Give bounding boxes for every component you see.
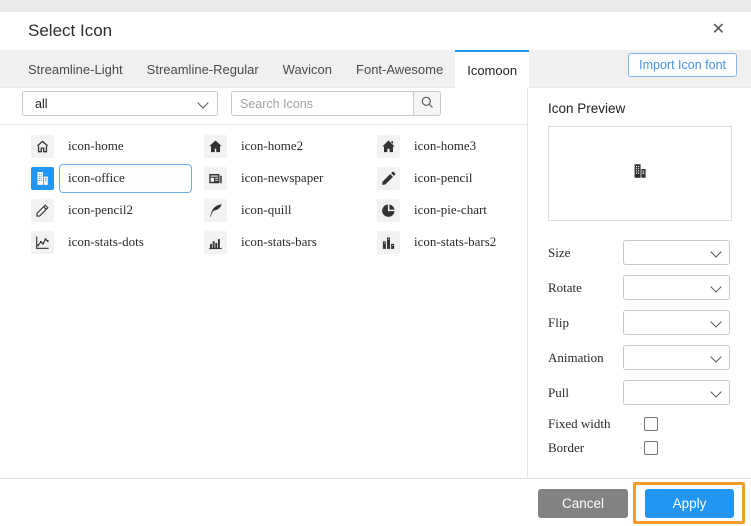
option-field-row: Flip: [548, 310, 730, 335]
option-field-row: Size: [548, 240, 730, 265]
option-field-row: Animation: [548, 345, 730, 370]
icon-stats-dots-icon: [31, 231, 54, 254]
icon-settings-pane: Icon Preview Size Rotate Flip Animation …: [527, 88, 751, 478]
preview-office-icon: [632, 163, 648, 184]
tab-streamline-regular[interactable]: Streamline-Regular: [135, 50, 271, 87]
search-button[interactable]: [413, 91, 441, 116]
apply-button[interactable]: Apply: [645, 489, 734, 518]
icon-label: icon-home3: [414, 138, 476, 154]
chevron-down-icon: [710, 316, 721, 327]
icon-quill-icon: [204, 199, 227, 222]
grid-item-icon-stats-bars2[interactable]: icon-stats-bars2: [377, 226, 550, 258]
icon-label: icon-pencil: [414, 170, 472, 186]
chevron-down-icon: [197, 97, 208, 108]
search-icon: [420, 95, 435, 113]
icon-preview-box: [548, 126, 732, 221]
icon-pencil-icon: [377, 167, 400, 190]
grid-item-icon-pencil2[interactable]: icon-pencil2: [31, 194, 204, 226]
icon-label: icon-stats-bars2: [414, 234, 496, 250]
category-select[interactable]: all: [22, 91, 218, 116]
animation-select[interactable]: [623, 345, 730, 370]
option-check-label: Fixed width: [548, 416, 624, 432]
grid-item-icon-pie-chart[interactable]: icon-pie-chart: [377, 194, 550, 226]
grid-item-icon-pencil[interactable]: icon-pencil: [377, 162, 550, 194]
chevron-down-icon: [710, 246, 721, 257]
dialog-header: Select Icon ✕: [0, 12, 751, 50]
flip-select[interactable]: [623, 310, 730, 335]
icon-label: icon-pie-chart: [414, 202, 487, 218]
tab-icomoon[interactable]: Icomoon: [455, 50, 529, 88]
option-field-label: Rotate: [548, 280, 582, 296]
size-select[interactable]: [623, 240, 730, 265]
import-icon-font-button[interactable]: Import Icon font: [628, 53, 737, 77]
option-field-label: Animation: [548, 350, 604, 366]
option-field-row: Rotate: [548, 275, 730, 300]
tab-font-awesome[interactable]: Font-Awesome: [344, 50, 455, 87]
pull-select[interactable]: [623, 380, 730, 405]
grid-item-icon-quill[interactable]: icon-quill: [204, 194, 377, 226]
icon-label: icon-stats-bars: [241, 234, 317, 250]
icon-label: icon-home2: [241, 138, 303, 154]
icon-list-pane: all icon-home: [0, 88, 527, 478]
icon-label: icon-quill: [241, 202, 292, 218]
icon-label: icon-office: [68, 170, 125, 186]
icon-label: icon-newspaper: [241, 170, 323, 186]
grid-item-icon-office[interactable]: icon-office: [31, 162, 204, 194]
chevron-down-icon: [710, 386, 721, 397]
chevron-down-icon: [710, 281, 721, 292]
border-checkbox[interactable]: [644, 441, 658, 455]
option-field-label: Pull: [548, 385, 569, 401]
chevron-down-icon: [710, 351, 721, 362]
icon-home3-icon: [377, 135, 400, 158]
grid-item-icon-stats-dots[interactable]: icon-stats-dots: [31, 226, 204, 258]
grid-item-icon-newspaper[interactable]: icon-newspaper: [204, 162, 377, 194]
option-check-label: Border: [548, 440, 624, 456]
tab-wavicon[interactable]: Wavicon: [271, 50, 344, 87]
icon-stats-bars2-icon: [377, 231, 400, 254]
grid-item-icon-home3[interactable]: icon-home3: [377, 130, 550, 162]
icon-preview-title: Icon Preview: [548, 101, 625, 116]
option-field-label: Flip: [548, 315, 569, 331]
tab-streamline-light[interactable]: Streamline-Light: [16, 50, 135, 87]
dialog-content: all icon-home: [0, 88, 751, 478]
icon-label: icon-stats-dots: [68, 234, 144, 250]
icon-label: icon-pencil2: [68, 202, 133, 218]
option-check-row: Fixed width: [548, 416, 730, 432]
search-input[interactable]: [231, 91, 413, 116]
dialog-title: Select Icon: [28, 21, 112, 41]
close-icon[interactable]: ✕: [712, 20, 725, 40]
select-icon-dialog: Select Icon ✕ Streamline-Light Streamlin…: [0, 12, 751, 526]
icon-newspaper-icon: [204, 167, 227, 190]
grid-item-icon-home2[interactable]: icon-home2: [204, 130, 377, 162]
icon-stats-bars-icon: [204, 231, 227, 254]
option-field-row: Pull: [548, 380, 730, 405]
grid-item-icon-home[interactable]: icon-home: [31, 130, 204, 162]
tab-bar: Streamline-Light Streamline-Regular Wavi…: [0, 50, 751, 88]
rotate-select[interactable]: [623, 275, 730, 300]
cancel-button[interactable]: Cancel: [538, 489, 628, 518]
icon-label: icon-home: [68, 138, 124, 154]
category-select-value: all: [35, 97, 48, 111]
page-background: Select Icon ✕ Streamline-Light Streamlin…: [0, 0, 751, 526]
option-field-label: Size: [548, 245, 570, 261]
grid-item-icon-stats-bars[interactable]: icon-stats-bars: [204, 226, 377, 258]
option-check-row: Border: [548, 440, 730, 456]
icon-pie-chart-icon: [377, 199, 400, 222]
icon-option-checkboxes: Fixed width Border: [548, 416, 730, 464]
dialog-footer: Cancel Apply: [0, 478, 751, 526]
icon-home-icon: [31, 135, 54, 158]
icon-option-fields: Size Rotate Flip Animation Pull: [548, 240, 730, 415]
icon-pencil2-icon: [31, 199, 54, 222]
filter-row: all: [0, 91, 527, 119]
icon-home2-icon: [204, 135, 227, 158]
fixed-width-checkbox[interactable]: [644, 417, 658, 431]
icon-office-icon: [31, 167, 54, 190]
icon-grid: icon-home icon-home2 icon-home3 icon-off…: [0, 124, 527, 478]
